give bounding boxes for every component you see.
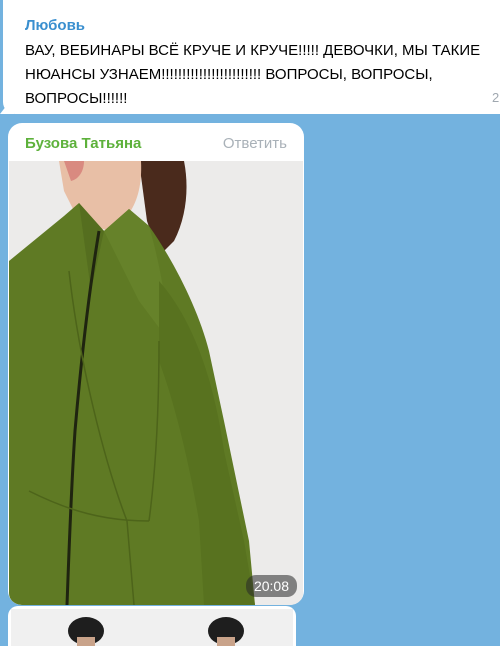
message-bubble-1[interactable]: Любовь ВАУ, ВЕБИНАРЫ ВСЁ КРУЧЕ И КРУЧЕ!!… [3,0,500,114]
photo-green-coat-icon [9,161,303,605]
message-sender[interactable]: Любовь [25,17,85,34]
message-bubble-3[interactable] [8,606,296,646]
message-sender[interactable]: Бузова Татьяна [25,135,141,152]
photo-time-badge: 20:08 [245,575,297,597]
reply-button[interactable]: Ответить [223,135,287,152]
message-text: ВАУ, ВЕБИНАРЫ ВСЁ КРУЧЕ И КРУЧЕ!!!!! ДЕВ… [25,42,481,107]
photo-attachment[interactable]: 20:08 [9,161,303,605]
photo-person-icon [11,609,293,646]
message-time: 2 [492,90,500,105]
message-bubble-2[interactable]: Бузова Татьяна Ответить 20:08 [8,123,304,605]
photo-attachment-peek[interactable] [11,609,293,646]
